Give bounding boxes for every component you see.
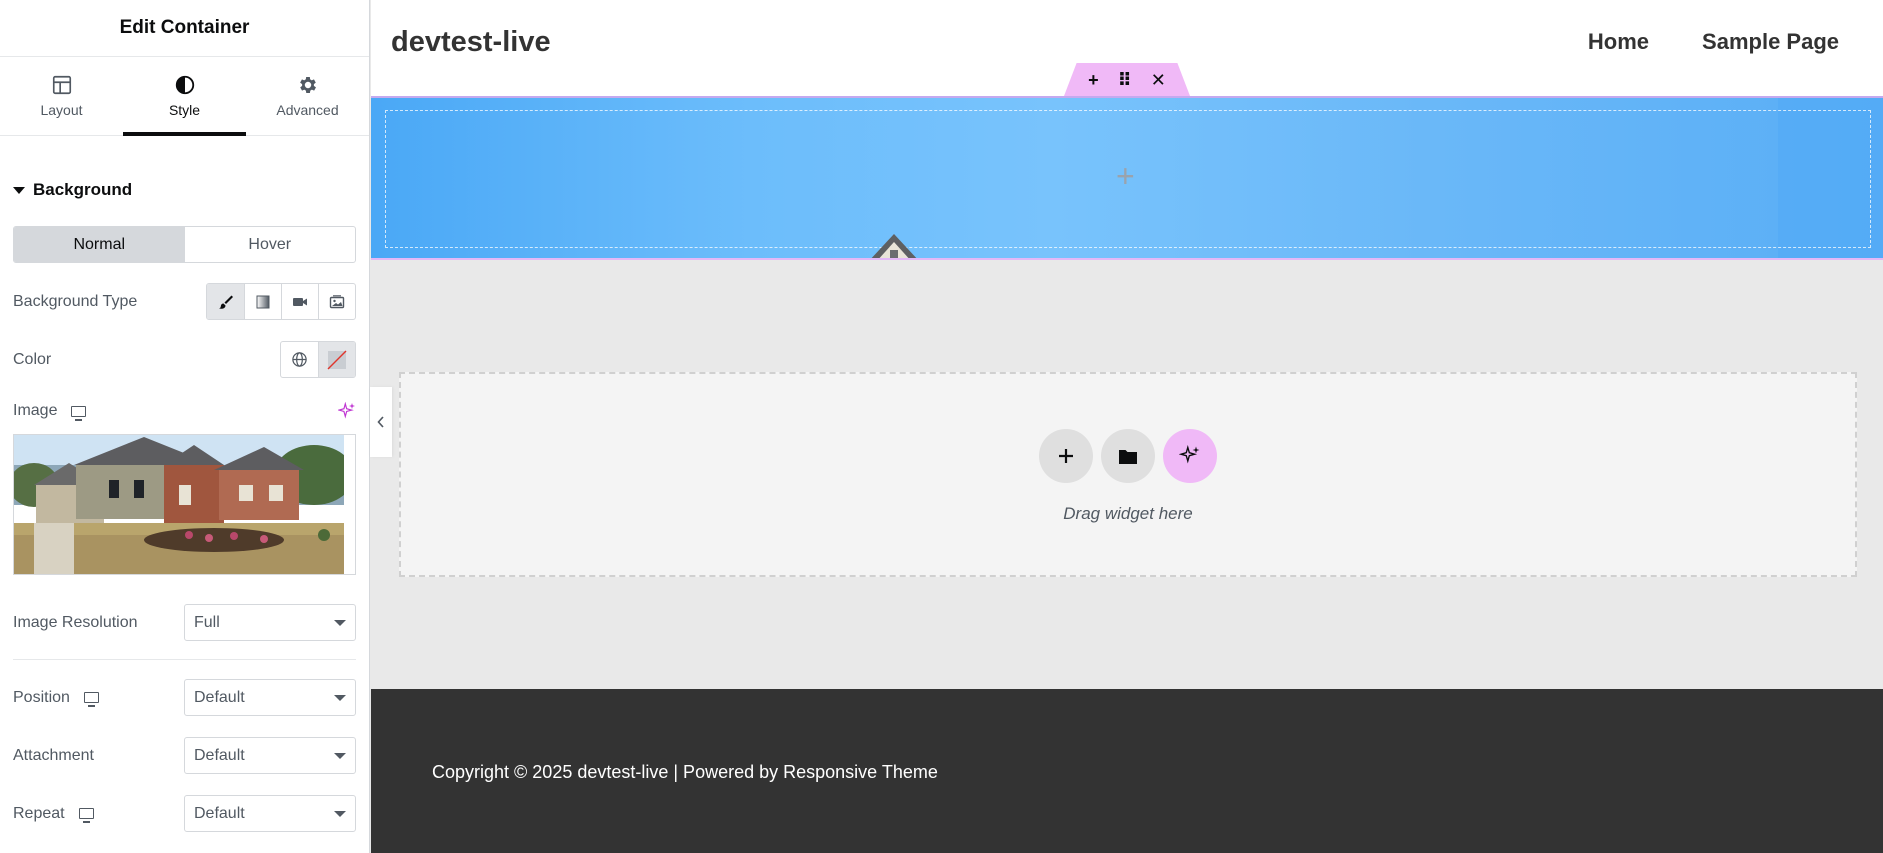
image-row: Image [0,399,369,423]
chevron-down-icon [334,694,346,701]
delete-container-button[interactable]: ✕ [1151,71,1166,89]
attachment-value: Default [194,746,245,764]
panel-title: Edit Container [0,0,369,57]
background-type-row: Background Type [0,283,369,320]
tab-layout[interactable]: Layout [0,57,123,135]
repeat-row: Repeat Default [0,795,369,832]
background-section-toggle[interactable]: Background [0,180,369,200]
desktop-icon[interactable] [71,405,87,421]
nav-sample-page[interactable]: Sample Page [1702,29,1839,55]
attachment-row: Attachment Default [0,737,369,774]
tab-style-label: Style [168,102,201,118]
tab-layout-label: Layout [40,102,83,118]
house-roof-peak [871,234,917,258]
slideshow-icon[interactable] [318,284,355,319]
plus-icon [1059,449,1073,463]
global-colors-icon[interactable] [281,342,318,377]
hover-state-button[interactable]: Hover [185,227,356,262]
tab-style[interactable]: Style [123,57,246,136]
chevron-down-icon [334,619,346,626]
ai-generate-button[interactable] [1163,429,1217,483]
chevron-left-icon [377,416,384,428]
desktop-icon[interactable] [78,808,94,823]
image-resolution-value: Full [194,613,220,631]
background-type-group [206,283,356,320]
video-icon[interactable] [281,284,318,319]
position-label: Position [13,688,70,706]
background-type-label: Background Type [13,292,138,310]
divider [13,659,356,660]
repeat-select[interactable]: Default [184,795,356,832]
ai-sparkle-icon [1179,445,1200,464]
image-label: Image [13,402,58,419]
nav-home[interactable]: Home [1588,29,1649,55]
folder-icon [1119,449,1137,464]
add-container-button[interactable]: + [1088,71,1099,89]
chevron-down-icon [334,810,346,817]
container-handle: + ⠿ ✕ [1064,63,1190,96]
site-title[interactable]: devtest-live [391,26,551,59]
dropzone-text: Drag widget here [1063,504,1193,523]
position-value: Default [194,688,245,706]
classic-brush-icon[interactable] [207,284,244,319]
gear-icon [299,77,316,93]
drag-handle-icon[interactable]: ⠿ [1118,71,1132,89]
repeat-value: Default [194,804,245,822]
color-controls [280,341,356,378]
image-resolution-row: Image Resolution Full [0,604,369,641]
image-resolution-select[interactable]: Full [184,604,356,641]
collapse-panel-button[interactable] [370,387,392,457]
add-section-button[interactable] [1039,429,1093,483]
background-image-preview[interactable] [13,434,356,575]
site-footer: Copyright © 2025 devtest-live | Powered … [371,689,1883,853]
panel-tabs: Layout Style Advanced [0,57,369,136]
state-toggle: Normal Hover [13,226,356,263]
background-section-title: Background [33,180,133,199]
add-template-button[interactable] [1101,429,1155,483]
gradient-icon[interactable] [244,284,281,319]
dropzone-buttons [401,429,1855,483]
color-row: Color [0,341,369,378]
tab-advanced[interactable]: Advanced [246,57,369,135]
position-row: Position Default [0,679,369,716]
repeat-label: Repeat [13,804,65,822]
attachment-label: Attachment [13,746,94,764]
image-resolution-label: Image Resolution [13,613,138,631]
desktop-icon[interactable] [83,692,99,707]
layout-icon [52,75,71,95]
position-select[interactable]: Default [184,679,356,716]
tab-advanced-label: Advanced [276,102,339,118]
chevron-down-icon [334,752,346,759]
site-nav: Home Sample Page [1588,29,1839,55]
style-icon [175,75,194,95]
attachment-select[interactable]: Default [184,737,356,774]
color-picker-swatch[interactable] [318,342,355,377]
footer-copyright: Copyright © 2025 devtest-live | Powered … [432,762,938,782]
add-element-plus-icon[interactable]: + [1116,160,1135,192]
color-label: Color [13,350,52,368]
ai-sparkle-icon[interactable] [338,402,356,420]
widget-dropzone[interactable]: Drag widget here [399,372,1857,577]
hero-container[interactable]: + [371,96,1883,260]
editor-panel: Edit Container Layout Style Advanced Bac… [0,0,370,853]
caret-down-icon [13,186,25,194]
normal-state-button[interactable]: Normal [14,227,185,262]
